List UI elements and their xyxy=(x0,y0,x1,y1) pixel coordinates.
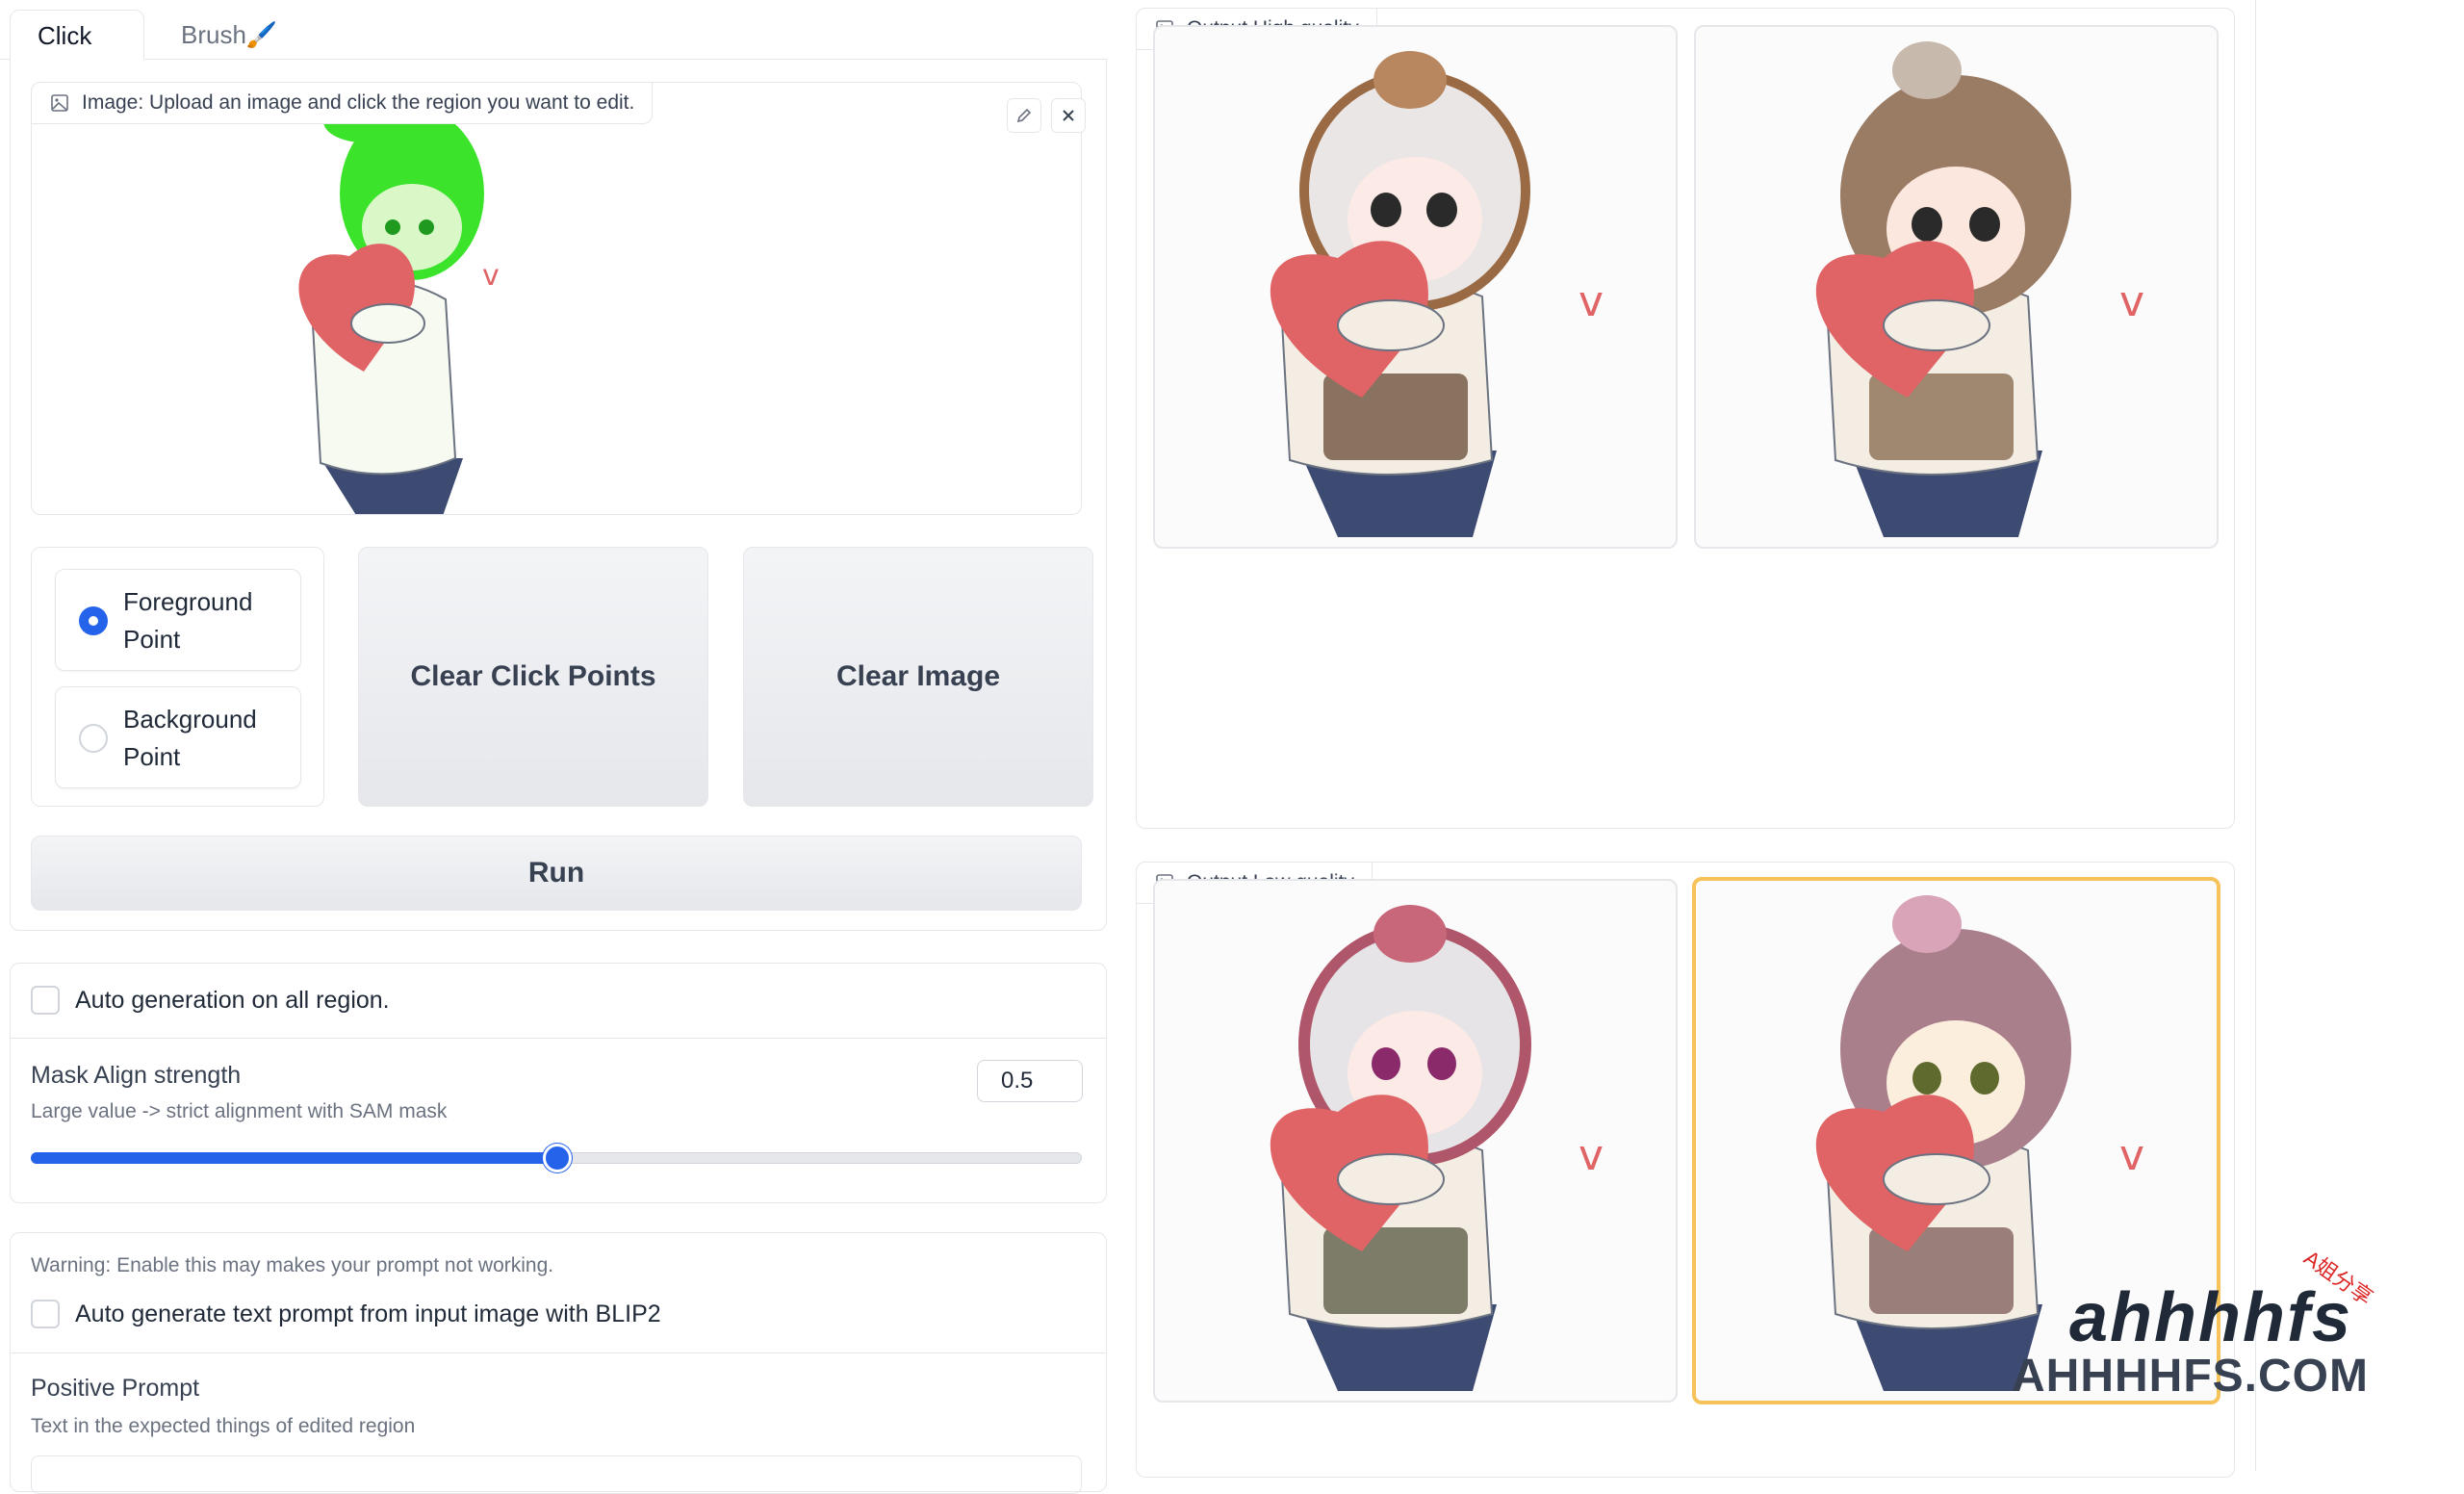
clear-click-points-button[interactable]: Clear Click Points xyxy=(358,547,708,807)
positive-prompt-textarea[interactable] xyxy=(31,1455,1082,1494)
run-button[interactable]: Run xyxy=(31,836,1082,911)
radio-foreground-label: Foreground Point xyxy=(123,587,253,654)
radio-foreground-point[interactable]: Foreground Point xyxy=(55,569,301,671)
blip-warning: Warning: Enable this may makes your prom… xyxy=(31,1254,554,1276)
divider xyxy=(10,1352,1107,1353)
pencil-icon xyxy=(1016,108,1032,123)
positive-prompt-info: Text in the expected things of edited re… xyxy=(31,1415,416,1437)
page-edge-divider xyxy=(2255,0,2256,1471)
output-image: v xyxy=(1815,41,2144,537)
tab-brush[interactable]: Brush🖌️ xyxy=(154,10,304,61)
image-eye-left xyxy=(385,219,400,235)
blip-checkbox[interactable] xyxy=(31,1300,60,1328)
auto-generation-checkbox[interactable] xyxy=(31,986,60,1015)
svg-text:v: v xyxy=(1578,277,1604,326)
watermark-bottom-text: AHHHHFS.COM xyxy=(2012,1351,2369,1402)
output-image: v xyxy=(1270,51,1604,537)
radio-background-indicator[interactable] xyxy=(79,724,108,753)
output-image: v xyxy=(1270,905,1604,1391)
clear-image-button[interactable]: Clear Image xyxy=(743,547,1093,807)
mask-align-slider-fill xyxy=(31,1152,557,1164)
image-eye-right xyxy=(419,219,434,235)
image-small-heart: v xyxy=(482,259,500,293)
auto-generation-label: Auto generation on all region. xyxy=(75,987,390,1014)
input-image-preview: v xyxy=(298,100,500,535)
input-image-label-text: Image: Upload an image and click the reg… xyxy=(82,91,635,114)
mask-align-label: Mask Align strength xyxy=(31,1062,242,1089)
tab-click[interactable]: Click xyxy=(10,10,144,61)
tab-bar: Click Brush🖌️ xyxy=(0,0,1107,61)
edit-image-button[interactable] xyxy=(1007,98,1041,133)
close-icon xyxy=(1063,110,1074,121)
watermark: ahhhhfs AHHHHFS.COM A姐分享 xyxy=(2012,1246,2416,1405)
tab-click-label: Click xyxy=(38,21,92,50)
output-low-thumb-1[interactable]: v xyxy=(1153,879,1678,1403)
svg-text:v: v xyxy=(1578,1131,1604,1180)
radio-foreground-indicator[interactable] xyxy=(79,606,108,635)
image-hands xyxy=(350,303,425,344)
image-icon xyxy=(51,94,68,112)
positive-prompt-label: Positive Prompt xyxy=(31,1375,200,1402)
output-high-thumb-1[interactable]: v xyxy=(1153,25,1678,549)
watermark-top-text: ahhhhfs xyxy=(2069,1279,2352,1356)
point-type-radio-group: Foreground Point Background Point xyxy=(31,547,324,807)
output-high-thumb-2[interactable]: v xyxy=(1694,25,2219,549)
clear-image-x-button[interactable] xyxy=(1051,98,1086,133)
input-image-area[interactable]: v xyxy=(31,82,1082,535)
input-image-label: Image: Upload an image and click the reg… xyxy=(31,82,654,124)
tab-brush-label: Brush🖌️ xyxy=(181,20,278,49)
divider xyxy=(10,1038,1107,1039)
radio-background-label: Background Point xyxy=(123,705,257,771)
svg-text:v: v xyxy=(2119,1131,2144,1180)
mask-align-slider-thumb[interactable] xyxy=(543,1144,572,1172)
mask-align-info: Large value -> strict alignment with SAM… xyxy=(31,1100,448,1122)
mask-align-number-input[interactable]: 0.5 xyxy=(977,1060,1083,1102)
svg-text:v: v xyxy=(2119,277,2144,326)
radio-background-point[interactable]: Background Point xyxy=(55,686,301,788)
blip-label: Auto generate text prompt from input ima… xyxy=(75,1301,661,1327)
